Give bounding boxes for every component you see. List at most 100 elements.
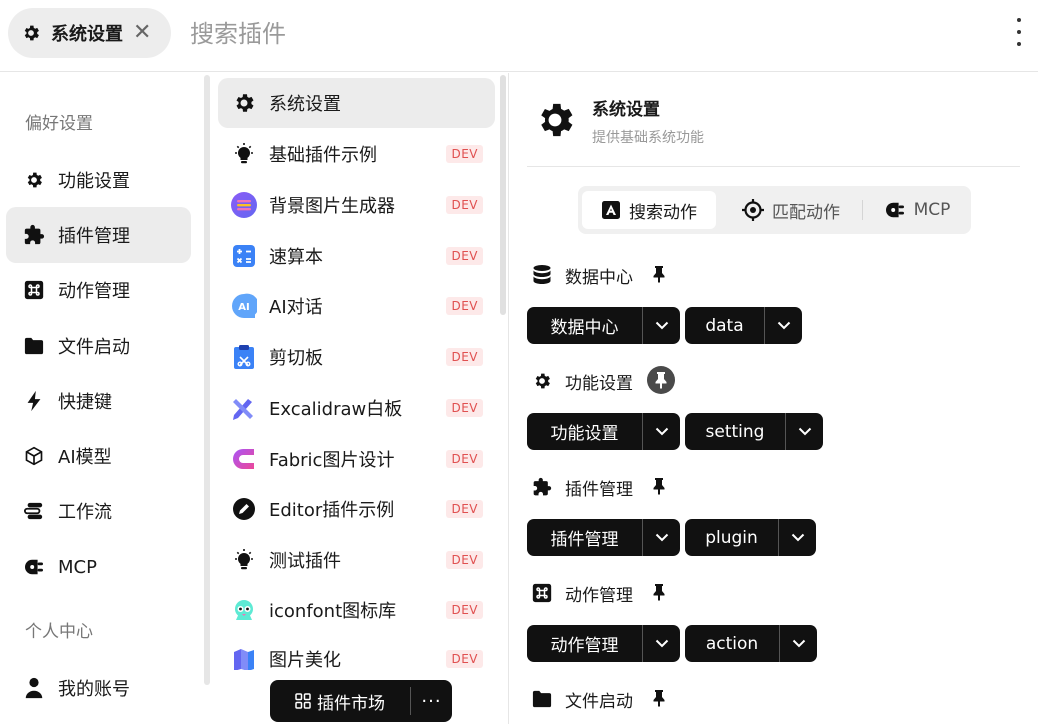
plugin-market-button-group: 插件市场 ··· xyxy=(270,680,452,722)
tab-search-actions[interactable]: 搜索动作 xyxy=(582,191,716,229)
sidebar-item-label: AI模型 xyxy=(58,447,112,468)
plugin-item-excalidraw[interactable]: Excalidraw白板 DEV xyxy=(218,383,495,433)
search-input[interactable] xyxy=(190,14,790,54)
plugin-item-iconfont[interactable]: iconfont图标库 DEV xyxy=(218,585,495,635)
pin-icon[interactable] xyxy=(645,684,673,712)
chevron-down-icon[interactable] xyxy=(779,533,816,542)
plugin-list: 系统设置 基础插件示例 DEV 背景图片生成器 DEV 速算本 DEV AI A… xyxy=(213,73,507,724)
sidebar-item-label: 快捷键 xyxy=(58,392,112,413)
plugin-market-button[interactable]: 插件市场 xyxy=(270,680,410,722)
tab-mcp[interactable]: MCP xyxy=(868,191,966,229)
plugin-item-fabric[interactable]: Fabric图片设计 DEV xyxy=(218,434,495,484)
header-divider xyxy=(527,166,1020,167)
chevron-down-icon[interactable] xyxy=(643,427,680,436)
tab-divider xyxy=(862,200,863,220)
plugin-item-editor-example[interactable]: Editor插件示例 DEV xyxy=(218,484,495,534)
plugin-item-test-plugin[interactable]: 测试插件 DEV xyxy=(218,535,495,585)
plugin-item-system-settings[interactable]: 系统设置 xyxy=(218,78,495,128)
chevron-down-icon[interactable] xyxy=(643,321,680,330)
tab-match-actions[interactable]: 匹配动作 xyxy=(726,191,856,229)
pin-icon[interactable] xyxy=(645,472,673,500)
feature-code-dropdown-plugin[interactable]: plugin xyxy=(685,519,816,556)
gear-icon xyxy=(20,22,42,44)
close-icon[interactable]: ✕ xyxy=(133,22,151,44)
tab-system-settings[interactable]: 系统设置 ✕ xyxy=(8,8,171,58)
plugin-item-label: 系统设置 xyxy=(269,94,341,115)
plugin-item-basic-example[interactable]: 基础插件示例 DEV xyxy=(218,129,495,179)
feature-label-text: 数据中心 xyxy=(565,267,633,288)
feature-dropdown-feature-settings[interactable]: 功能设置 xyxy=(527,413,680,450)
sidebar-item-mcp[interactable]: MCP xyxy=(6,539,191,595)
chevron-down-icon[interactable] xyxy=(643,533,680,542)
sidebar-scrollbar[interactable] xyxy=(204,75,210,685)
plugin-item-label: iconfont图标库 xyxy=(269,601,397,622)
plugin-item-ai-chat[interactable]: AI AI对话 DEV xyxy=(218,281,495,331)
more-vertical-icon[interactable] xyxy=(1010,18,1028,46)
lightbulb-icon xyxy=(231,141,257,167)
sidebar-item-feature-settings[interactable]: 功能设置 xyxy=(6,152,191,208)
feature-dropdown-action-management[interactable]: 动作管理 xyxy=(527,625,680,662)
bolt-icon xyxy=(22,389,46,413)
feature-code-dropdown-setting[interactable]: setting xyxy=(685,413,823,450)
sidebar-item-workflow[interactable]: 工作流 xyxy=(6,483,191,539)
sidebar-item-plugin-management[interactable]: 插件管理 xyxy=(6,207,191,263)
folder-icon xyxy=(22,334,46,358)
plugin-item-label: 图片美化 xyxy=(269,650,341,671)
feature-label-feature-settings: 功能设置 xyxy=(531,368,633,394)
dropdown-value: 动作管理 xyxy=(550,636,619,656)
chevron-down-icon[interactable] xyxy=(786,427,823,436)
sidebar-item-label: 我的账号 xyxy=(58,679,130,700)
feature-code-dropdown-data[interactable]: data xyxy=(685,307,802,344)
plugin-item-background-generator[interactable]: 背景图片生成器 DEV xyxy=(218,180,495,230)
cube-icon xyxy=(22,444,46,468)
command-icon xyxy=(531,582,553,604)
chevron-down-icon[interactable] xyxy=(780,639,817,648)
chevron-down-icon[interactable] xyxy=(643,639,680,648)
plugin-item-calculator[interactable]: 速算本 DEV xyxy=(218,231,495,281)
user-icon xyxy=(22,676,46,700)
database-icon xyxy=(531,264,553,286)
plugin-item-label: 基础插件示例 xyxy=(269,145,377,166)
sidebar-item-label: 文件启动 xyxy=(58,337,130,358)
dropdown-value: plugin xyxy=(705,527,758,548)
dropdown-value: 数据中心 xyxy=(550,318,619,338)
ai-chat-icon: AI xyxy=(231,293,257,319)
more-options-button[interactable]: ··· xyxy=(411,680,452,722)
excalidraw-icon xyxy=(231,395,257,421)
mcp-plug-icon xyxy=(22,555,46,579)
dropdown-value: 插件管理 xyxy=(550,530,619,550)
plugin-list-scrollbar[interactable] xyxy=(500,75,506,315)
sidebar-item-shortcuts[interactable]: 快捷键 xyxy=(6,373,191,429)
pin-icon-active[interactable] xyxy=(647,366,675,394)
pin-icon[interactable] xyxy=(645,260,673,288)
feature-code-dropdown-action[interactable]: action xyxy=(685,625,817,662)
dev-badge: DEV xyxy=(446,297,483,315)
plugin-item-label: AI对话 xyxy=(269,297,323,318)
gradient-icon xyxy=(231,192,257,218)
plugin-title: 系统设置 xyxy=(592,100,660,120)
dev-badge: DEV xyxy=(446,551,483,569)
dropdown-value: setting xyxy=(705,421,765,442)
plugin-item-clipboard[interactable]: 剪切板 DEV xyxy=(218,332,495,382)
dev-badge: DEV xyxy=(446,450,483,468)
plugin-item-label: 速算本 xyxy=(269,247,323,268)
top-bar: 系统设置 ✕ xyxy=(0,0,1038,72)
sidebar-item-action-management[interactable]: 动作管理 xyxy=(6,262,191,318)
plugin-item-label: 剪切板 xyxy=(269,348,323,369)
plugin-subtitle: 提供基础系统功能 xyxy=(592,130,704,146)
sidebar-item-ai-model[interactable]: AI模型 xyxy=(6,428,191,484)
gear-icon xyxy=(22,168,46,192)
dropdown-value: data xyxy=(705,315,744,336)
svg-text:AI: AI xyxy=(238,302,249,313)
feature-label-plugin-management: 插件管理 xyxy=(531,474,633,500)
feature-dropdown-data-center[interactable]: 数据中心 xyxy=(527,307,680,344)
sidebar-section-preferences: 偏好设置 xyxy=(25,114,93,134)
plugin-item-label: 测试插件 xyxy=(269,551,341,572)
sidebar-item-my-account[interactable]: 我的账号 xyxy=(6,660,191,716)
chevron-down-icon[interactable] xyxy=(765,321,802,330)
sidebar-item-file-launch[interactable]: 文件启动 xyxy=(6,318,191,374)
action-type-tabs: 搜索动作 匹配动作 MCP xyxy=(578,186,971,234)
feature-dropdown-plugin-management[interactable]: 插件管理 xyxy=(527,519,680,556)
pin-icon[interactable] xyxy=(645,578,673,606)
dropdown-value: 功能设置 xyxy=(550,424,619,444)
